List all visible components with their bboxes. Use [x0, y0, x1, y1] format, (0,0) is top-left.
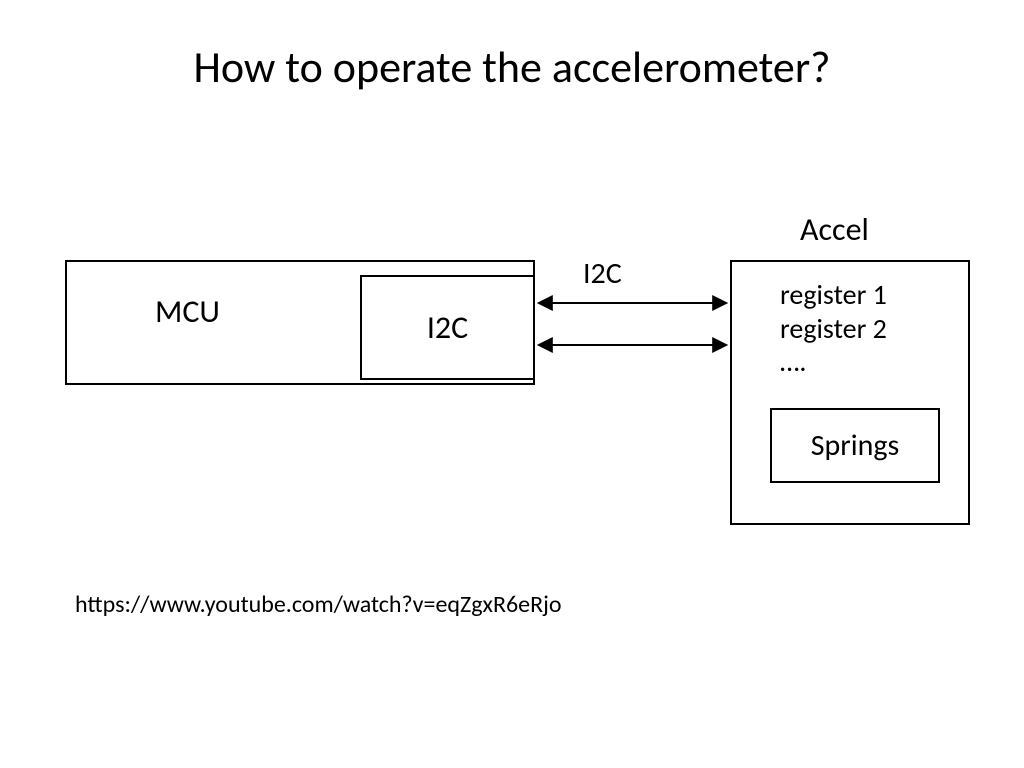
mcu-i2c-subblock: I2C — [360, 275, 535, 380]
slide-title: How to operate the accelerometer? — [0, 40, 1024, 94]
register-line: …. — [780, 345, 887, 379]
slide-canvas: How to operate the accelerometer? MCU I2… — [0, 0, 1024, 768]
footer-link: https://www.youtube.com/watch?v=eqZgxR6e… — [75, 590, 562, 619]
mcu-i2c-label: I2C — [427, 308, 468, 347]
accel-register-list: register 1 register 2 …. — [780, 278, 887, 379]
accel-title: Accel — [800, 210, 869, 249]
mcu-label: MCU — [155, 292, 220, 331]
bus-label: I2C — [583, 255, 622, 292]
accel-springs-block: Springs — [770, 408, 940, 483]
register-line: register 1 — [780, 278, 887, 312]
springs-label: Springs — [811, 427, 900, 464]
register-line: register 2 — [780, 312, 887, 346]
